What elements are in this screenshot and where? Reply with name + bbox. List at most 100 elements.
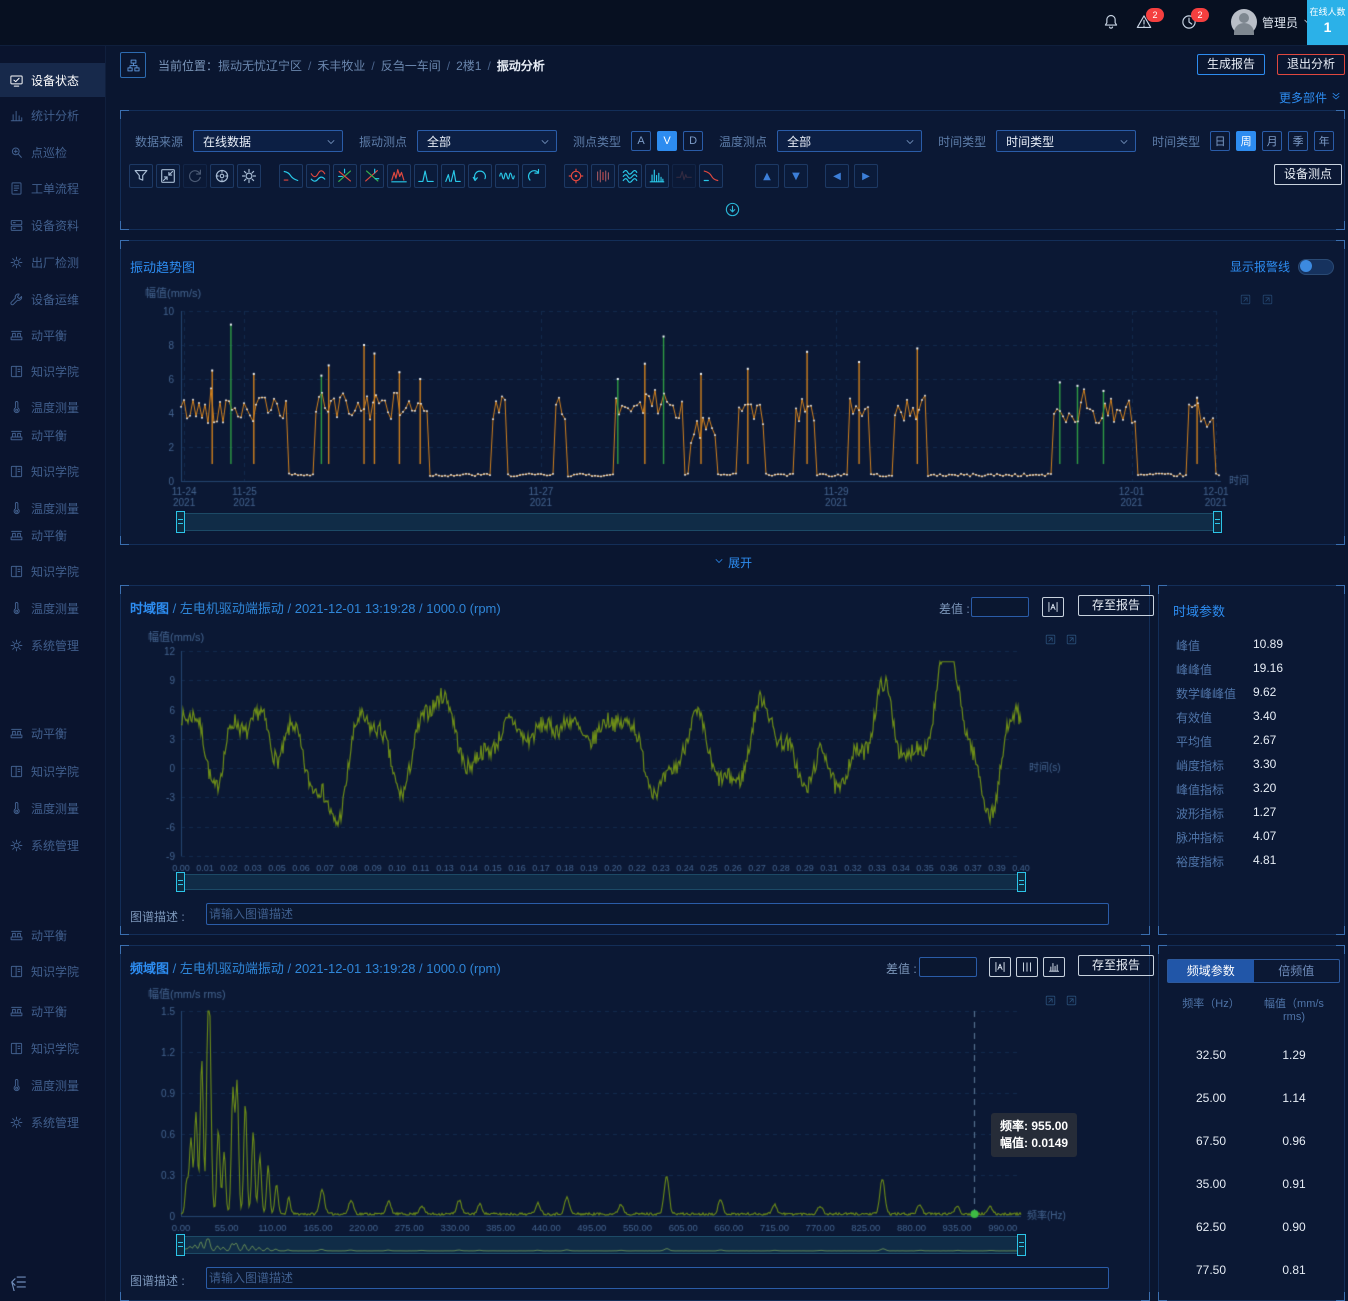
more-widgets-link[interactable]: 更多部件 xyxy=(1279,89,1342,106)
notifications-button[interactable] xyxy=(1102,13,1120,34)
harmonic-cursor-button[interactable] xyxy=(1016,957,1038,977)
generate-report-button[interactable]: 生成报告 xyxy=(1197,54,1265,75)
filter-button[interactable] xyxy=(129,164,153,188)
sidebar-item-知识学院[interactable]: 知识学院 xyxy=(0,756,105,786)
collapse-filter-button[interactable] xyxy=(724,201,741,221)
breadcrumb-item[interactable]: 反刍一车间 xyxy=(381,59,441,73)
tab-频域参数[interactable]: 频域参数 xyxy=(1168,960,1254,982)
sidebar-item-动平衡[interactable]: 动平衡 xyxy=(0,420,105,450)
point-type-seg-option-A[interactable]: A xyxy=(631,131,651,151)
sidebar-item-工单流程[interactable]: 工单流程 xyxy=(0,173,105,203)
point-type-seg-option-D[interactable]: D xyxy=(683,131,703,151)
point-type-seg-option-V[interactable]: V xyxy=(657,131,677,151)
sidebar-item-知识学院[interactable]: 知识学院 xyxy=(0,556,105,586)
sidebar-item-动平衡[interactable]: 动平衡 xyxy=(0,320,105,350)
slider-handle-left[interactable] xyxy=(176,1234,185,1256)
slider-handle-right[interactable] xyxy=(1017,872,1026,892)
cursor-marker-button[interactable] xyxy=(989,957,1011,977)
diff-input[interactable] xyxy=(919,957,977,977)
sidebar-item-点巡检[interactable]: 点巡检 xyxy=(0,137,105,167)
breadcrumb-item[interactable]: 振动分析 xyxy=(497,59,545,73)
bode-curve-button[interactable] xyxy=(279,164,303,188)
breadcrumb-item[interactable]: 振动无忧辽宁区 xyxy=(218,59,302,73)
chart-up-button[interactable]: ▲ xyxy=(755,164,779,188)
sideband-cursor-button[interactable] xyxy=(1043,957,1065,977)
time-type-select[interactable]: 时间类型 xyxy=(996,130,1136,152)
cascade-peaks-button[interactable] xyxy=(387,164,411,188)
slider-handle-right[interactable] xyxy=(1213,511,1222,533)
gear-button[interactable] xyxy=(237,164,261,188)
sidebar-item-动平衡[interactable]: 动平衡 xyxy=(0,996,105,1026)
sidebar-item-温度测量[interactable]: 温度测量 xyxy=(0,493,105,523)
chart-down-button[interactable]: ▼ xyxy=(784,164,808,188)
sidebar-item-设备状态[interactable]: 设备状态 xyxy=(0,63,105,97)
sidebar-item-知识学院[interactable]: 知识学院 xyxy=(0,356,105,386)
slider-handle-left[interactable] xyxy=(176,872,185,892)
waterfall-button[interactable] xyxy=(618,164,642,188)
sidebar-item-温度测量[interactable]: 温度测量 xyxy=(0,593,105,623)
expand-toggle[interactable]: 展开 xyxy=(120,554,1345,572)
tab-倍频值[interactable]: 倍频值 xyxy=(1254,960,1340,982)
pulse-button[interactable] xyxy=(672,164,696,188)
chart-next-button[interactable]: ▶ xyxy=(854,164,878,188)
sidebar-item-系统管理[interactable]: 系统管理 xyxy=(0,630,105,660)
double-peak-spectrum-button[interactable] xyxy=(441,164,465,188)
breadcrumb-item[interactable]: 禾丰牧业 xyxy=(317,59,365,73)
sidebar-item-动平衡[interactable]: 动平衡 xyxy=(0,718,105,748)
breadcrumb-item[interactable]: 2楼1 xyxy=(456,59,481,73)
alarm-line-toggle[interactable] xyxy=(1298,259,1334,275)
save-report-button[interactable]: 存至报告 xyxy=(1078,595,1154,616)
sidebar-item-系统管理[interactable]: 系统管理 xyxy=(0,1107,105,1137)
sidebar-item-知识学院[interactable]: 知识学院 xyxy=(0,956,105,986)
device-point-button[interactable]: 设备测点 xyxy=(1274,164,1342,185)
refresh-button[interactable] xyxy=(183,164,207,188)
device-tree-button[interactable] xyxy=(120,52,146,78)
sidebar-item-知识学院[interactable]: 知识学院 xyxy=(0,1033,105,1063)
sidebar-item-动平衡[interactable]: 动平衡 xyxy=(0,520,105,550)
waveform-button[interactable] xyxy=(495,164,519,188)
sidebar-collapse-button[interactable] xyxy=(10,1273,28,1294)
cursor-marker-button[interactable] xyxy=(1042,597,1064,617)
sidebar-item-动平衡[interactable]: 动平衡 xyxy=(0,920,105,950)
fit-screen-button[interactable] xyxy=(156,164,180,188)
trend-range-slider[interactable] xyxy=(179,513,1219,531)
scatter-cross-alt-button[interactable] xyxy=(360,164,384,188)
sidebar-item-设备运维[interactable]: 设备运维 xyxy=(0,284,105,314)
sidebar-item-系统管理[interactable]: 系统管理 xyxy=(0,830,105,860)
envelope-wave-button[interactable] xyxy=(306,164,330,188)
diff-input[interactable] xyxy=(971,597,1029,617)
sidebar-item-温度测量[interactable]: 温度测量 xyxy=(0,1070,105,1100)
spectrum-bars-button[interactable] xyxy=(645,164,669,188)
slider-handle-left[interactable] xyxy=(176,511,185,533)
band-lines-button[interactable] xyxy=(591,164,615,188)
time-range-seg-option-季[interactable]: 季 xyxy=(1288,131,1308,151)
wave-rotate-button[interactable] xyxy=(468,164,492,188)
alarms-button[interactable]: 2 xyxy=(1135,13,1153,34)
freq-domain-chart-canvas[interactable] xyxy=(146,986,1086,1244)
sidebar-item-知识学院[interactable]: 知识学院 xyxy=(0,456,105,486)
vibration-point-select[interactable]: 全部 xyxy=(417,130,557,152)
time-range-seg-option-月[interactable]: 月 xyxy=(1262,131,1282,151)
scatter-cross-button[interactable] xyxy=(333,164,357,188)
trend-chart-canvas[interactable] xyxy=(121,281,1346,509)
chart-prev-button[interactable]: ◀ xyxy=(825,164,849,188)
sidebar-item-设备资料[interactable]: 设备资料 xyxy=(0,210,105,240)
exit-analysis-button[interactable]: 退出分析 xyxy=(1277,54,1345,75)
hub-button[interactable] xyxy=(210,164,234,188)
spectrum-desc-input[interactable] xyxy=(206,1267,1109,1289)
history-button[interactable]: 2 xyxy=(1180,13,1198,34)
freq-range-slider[interactable] xyxy=(179,1236,1023,1254)
sidebar-item-统计分析[interactable]: 统计分析 xyxy=(0,100,105,130)
time-domain-chart-canvas[interactable] xyxy=(146,631,1086,881)
user-menu[interactable]: 管理员 xyxy=(1262,14,1313,31)
avatar[interactable] xyxy=(1231,9,1257,35)
sidebar-item-温度测量[interactable]: 温度测量 xyxy=(0,392,105,422)
replay-button[interactable] xyxy=(522,164,546,188)
orbit-button[interactable] xyxy=(564,164,588,188)
spectrum-desc-input[interactable] xyxy=(206,903,1109,925)
save-report-button[interactable]: 存至报告 xyxy=(1078,955,1154,976)
slider-handle-right[interactable] xyxy=(1017,1234,1026,1256)
trend-slope-button[interactable] xyxy=(699,164,723,188)
time-range-seg-option-年[interactable]: 年 xyxy=(1314,131,1334,151)
sidebar-item-温度测量[interactable]: 温度测量 xyxy=(0,793,105,823)
